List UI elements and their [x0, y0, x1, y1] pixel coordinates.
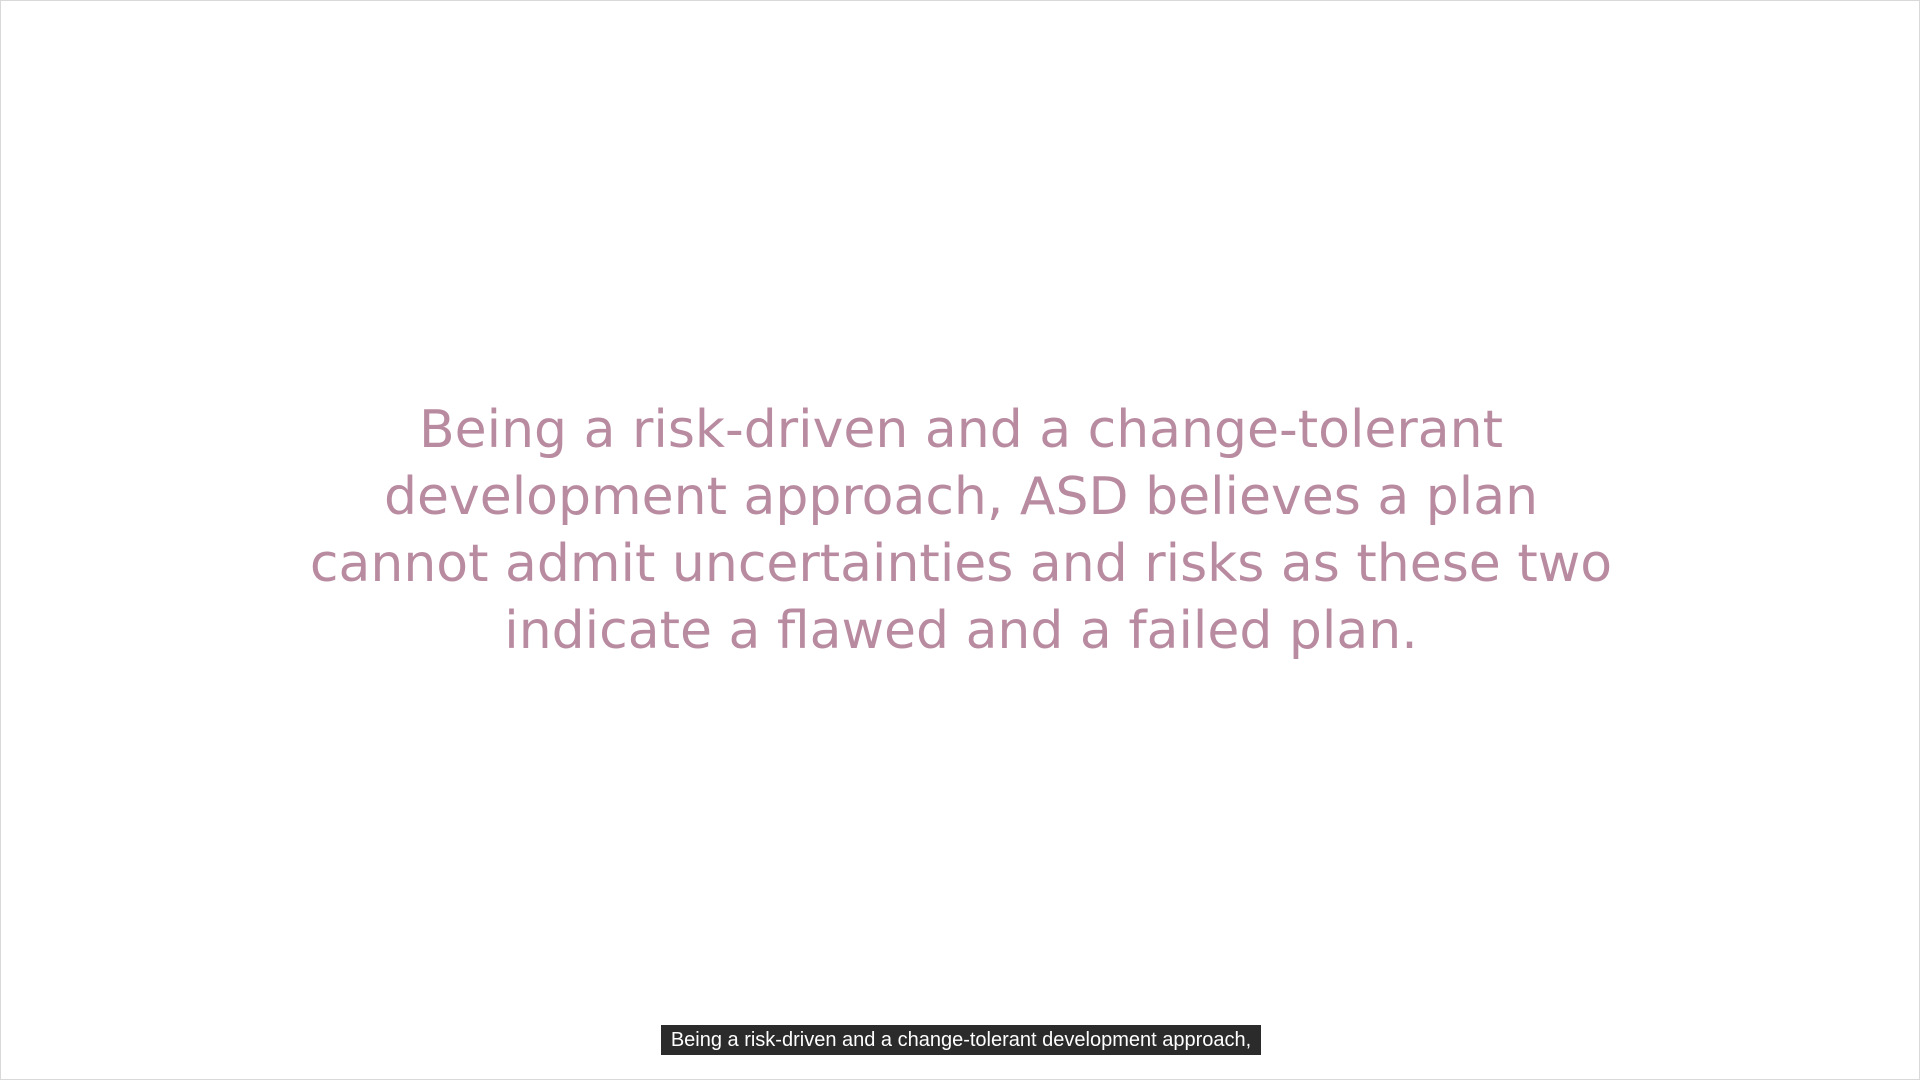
subtitle-caption: Being a risk-driven and a change-toleran…: [660, 1025, 1262, 1055]
slide-text-line: development approach, ASD believes a pla…: [383, 467, 1539, 527]
slide-text-line: indicate a flawed and a failed plan.: [504, 601, 1418, 661]
slide-body-text: Being a risk-driven and a change-toleran…: [241, 397, 1681, 665]
slide-text-line: cannot admit uncertainties and risks as …: [309, 534, 1613, 594]
slide-text-line: Being a risk-driven and a change-toleran…: [418, 400, 1503, 460]
video-frame: Being a risk-driven and a change-toleran…: [0, 0, 1920, 1080]
subtitle-area: Being a risk-driven and a change-toleran…: [1, 1025, 1920, 1055]
